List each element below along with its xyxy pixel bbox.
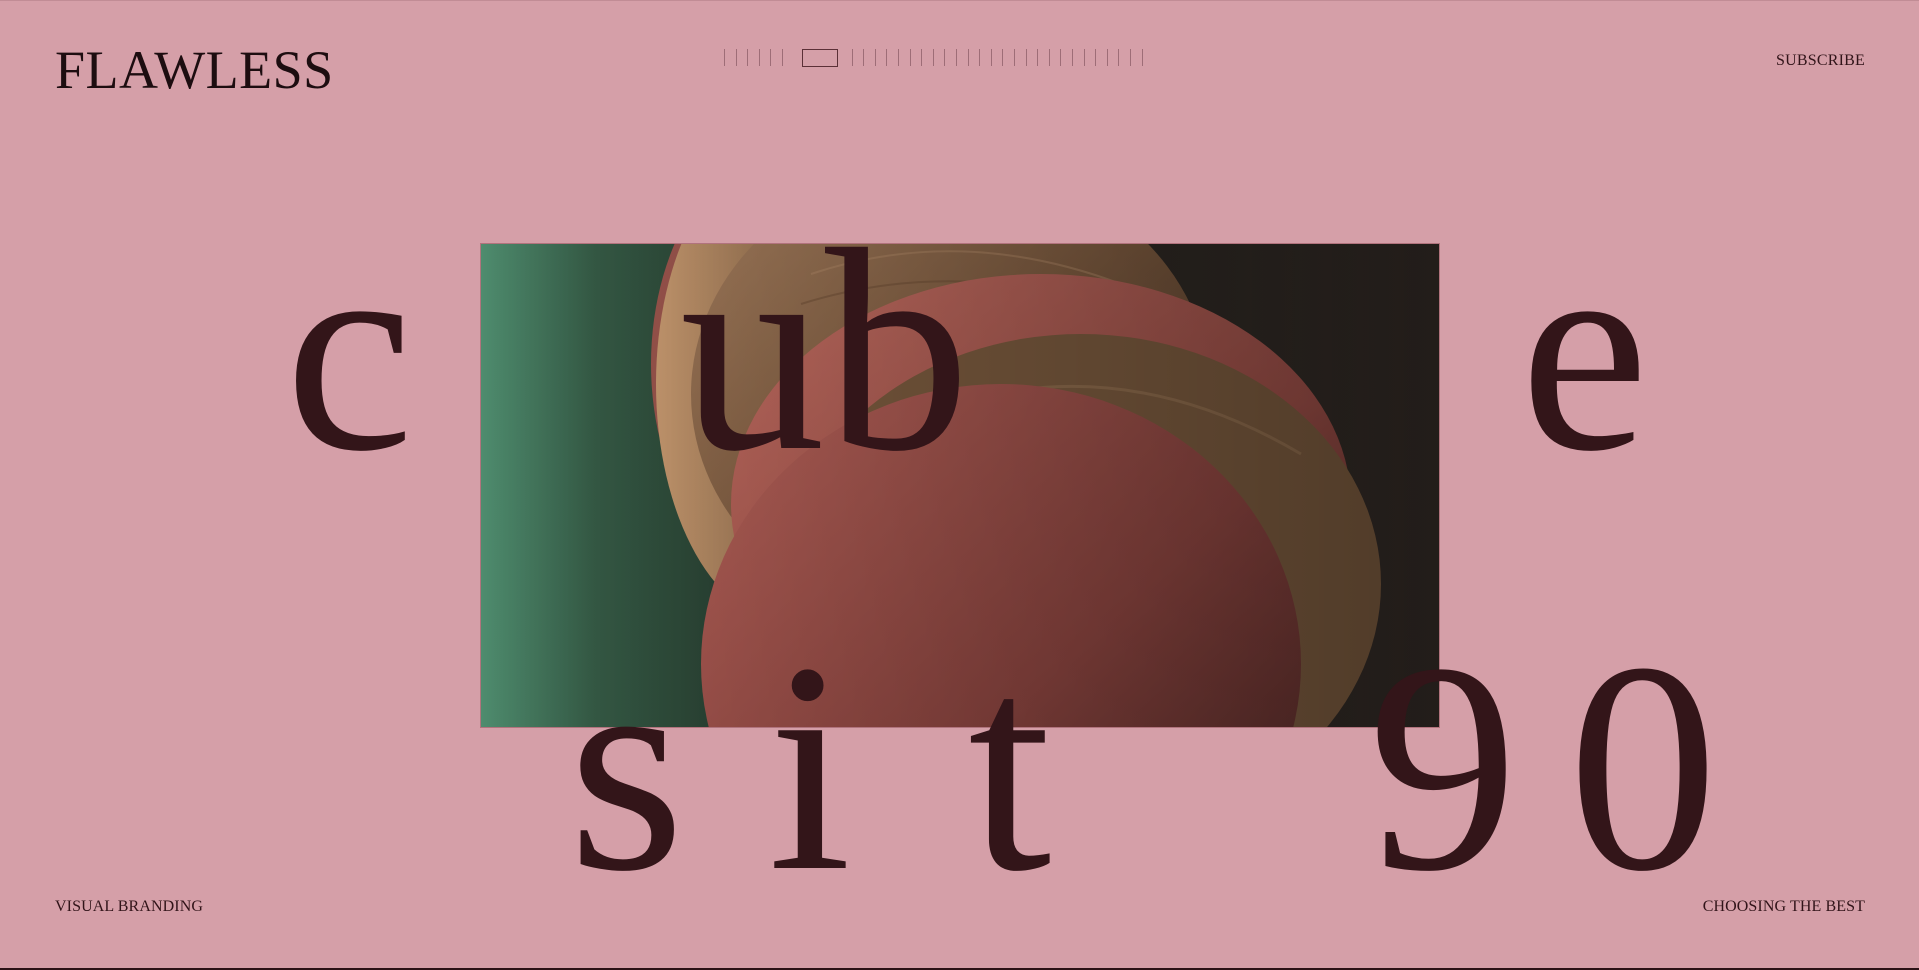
headline-digit-0: 0 [1568,601,1718,933]
progress-tick[interactable] [874,49,876,66]
subscribe-link[interactable]: SUBSCRIBE [1776,52,1865,70]
site-logo[interactable]: FLAWLESS [55,38,334,102]
progress-tick[interactable] [1014,49,1015,66]
progress-tick[interactable] [1083,49,1085,66]
progress-tick[interactable] [1037,49,1039,66]
progress-tick[interactable] [967,49,969,66]
progress-tick[interactable] [851,49,853,66]
progress-tick[interactable] [932,49,934,66]
progress-tick[interactable] [1048,49,1050,66]
headline-letter-t: t [968,601,1052,933]
progress-tick[interactable] [1060,49,1062,66]
progress-tick[interactable] [1118,49,1120,66]
choosing-the-best-label: CHOOSING THE BEST [1702,898,1865,915]
headline-letters-ub: ub [680,190,970,511]
headline-digit-9: 9 [1368,601,1518,933]
progress-tick[interactable] [1106,49,1108,66]
progress-tick-active[interactable] [801,49,838,67]
progress-tick[interactable] [944,49,946,66]
progress-tick[interactable] [758,49,760,66]
headline-letter-s: s [568,601,685,933]
progress-tick[interactable] [1141,49,1143,66]
progress-tick[interactable] [921,49,923,66]
progress-tick[interactable] [747,49,749,66]
progress-tick[interactable] [770,49,772,66]
progress-tick[interactable] [735,49,737,66]
headline-letter-c: c [285,190,414,511]
progress-tick[interactable] [782,49,783,66]
headline-letter-i: i [768,601,852,933]
progress-tick[interactable] [898,49,899,66]
progress-tick[interactable] [724,49,725,66]
visual-branding-label: VISUAL BRANDING [55,898,204,915]
progress-tick[interactable] [1025,49,1027,66]
progress-tick[interactable] [1002,49,1004,66]
headline-letter-e: e [1520,190,1649,511]
progress-tick[interactable] [1072,49,1073,66]
slide-progress-indicator[interactable] [724,49,1196,69]
progress-tick[interactable] [886,49,888,66]
progress-tick[interactable] [979,49,981,66]
progress-tick[interactable] [956,49,957,66]
progress-tick[interactable] [863,49,865,66]
progress-tick[interactable] [1130,49,1131,66]
progress-tick[interactable] [990,49,992,66]
progress-tick[interactable] [1095,49,1097,66]
progress-tick[interactable] [909,49,911,66]
top-border [0,0,1919,1]
